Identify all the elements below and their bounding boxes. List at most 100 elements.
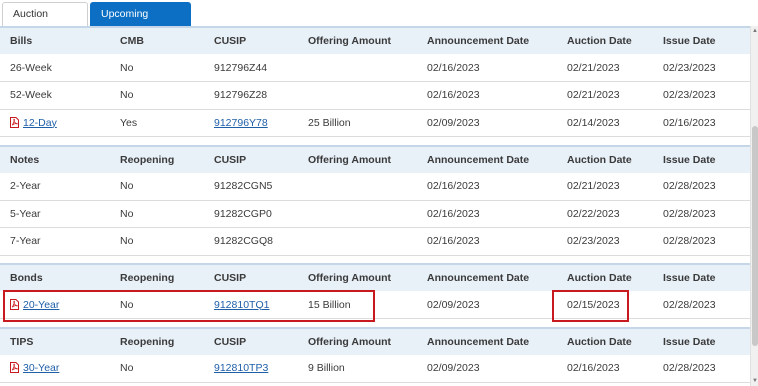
cusip-value: 91282CGN5 — [214, 180, 273, 192]
bills-issue-cell: 02/16/2023 — [653, 109, 750, 137]
bills-announce-cell: 02/16/2023 — [417, 81, 557, 110]
announce-value: 02/16/2023 — [427, 61, 480, 74]
cusip-link[interactable]: 912810TQ1 — [214, 299, 269, 311]
auction-value: 02/15/2023 — [567, 298, 620, 311]
tab-auction-results[interactable]: Auction Results — [2, 2, 88, 42]
upcoming-auctions-table: Bills CMB CUSIP Offering Amount Announcement… — [0, 26, 750, 383]
issue-value: 02/23/2023 — [663, 61, 716, 74]
tips-column-header: TIPS — [0, 326, 110, 355]
tips-column-header: Reopening — [110, 326, 204, 355]
bills-cusip-cell: 912796Z28 — [204, 81, 298, 110]
table-row: 5-Year No 91282CGP0 02/16/2023 02/22/2023 02/… — [0, 200, 750, 228]
notes-issue-cell: 02/28/2023 — [653, 200, 750, 228]
announce-value: 02/09/2023 — [427, 362, 480, 374]
auction-value: 02/14/2023 — [567, 116, 620, 129]
tips-flag-cell: No — [110, 354, 204, 383]
notes-announce-cell: 02/16/2023 — [417, 200, 557, 228]
notes-auction-cell: 02/23/2023 — [557, 227, 653, 256]
tips-amount-cell: 9 Billion — [298, 354, 417, 383]
bills-column-header: Auction Date — [557, 26, 653, 54]
amount-value: 9 Billion — [308, 362, 345, 374]
flag-value: No — [120, 298, 134, 311]
scroll-thumb[interactable] — [752, 126, 758, 346]
issue-value: 02/16/2023 — [663, 116, 716, 129]
bills-amount-cell — [298, 81, 417, 110]
cusip-link[interactable]: 912796Y78 — [214, 117, 268, 129]
bonds-auction-cell: 02/15/2023 — [557, 291, 653, 319]
bills-amount-cell — [298, 54, 417, 82]
flag-value: No — [120, 362, 134, 374]
security-term-link[interactable]: 20-Year — [23, 299, 59, 311]
tips-auction-cell: 02/16/2023 — [557, 354, 653, 383]
table-row: 12-Day Yes 912796Y78 25 Billion 02/09/2023 02… — [0, 109, 750, 137]
issue-value: 02/28/2023 — [663, 235, 716, 248]
flag-value: No — [120, 180, 134, 192]
bills-cusip-cell: 912796Z44 — [204, 54, 298, 82]
term-value: 52-Week — [10, 89, 52, 102]
notes-cusip-cell: 91282CGQ8 — [204, 227, 298, 256]
tips-term-cell: 30-Year — [0, 354, 110, 383]
security-term-link[interactable]: 12-Day — [23, 117, 57, 129]
amount-value: 15 Billion — [308, 298, 351, 311]
announce-value: 02/16/2023 — [427, 180, 480, 192]
pdf-icon[interactable] — [10, 298, 19, 310]
notes-column-header: CUSIP — [204, 144, 298, 173]
tips-column-header: Announcement Date — [417, 326, 557, 355]
table-row: 26-Week No 912796Z44 02/16/2023 02/21/2023 02… — [0, 54, 750, 82]
tips-cusip-cell: 912810TP3 — [204, 354, 298, 383]
bills-auction-cell: 02/21/2023 — [557, 54, 653, 82]
bills-cusip-cell: 912796Y78 — [204, 109, 298, 137]
pdf-icon[interactable] — [10, 116, 19, 128]
flag-value: No — [120, 207, 134, 220]
scroll-down-arrow-icon[interactable]: ▼ — [752, 377, 758, 385]
tab-upcoming-auctions[interactable]: Upcoming Auctions — [90, 2, 191, 42]
cusip-link[interactable]: 912810TP3 — [214, 362, 268, 374]
announce-value: 02/09/2023 — [427, 116, 480, 129]
security-term-link[interactable]: 30-Year — [23, 362, 59, 374]
section-spacer — [0, 137, 750, 146]
flag-value: No — [120, 61, 134, 74]
notes-term-cell: 5-Year — [0, 200, 110, 228]
term-value: 7-Year — [10, 235, 41, 248]
bills-amount-cell: 25 Billion — [298, 109, 417, 137]
bills-column-header: Issue Date — [653, 26, 750, 54]
notes-column-header: Reopening — [110, 144, 204, 173]
tips-column-header: Offering Amount — [298, 326, 417, 355]
bonds-column-header: Reopening — [110, 263, 204, 291]
announce-value: 02/16/2023 — [427, 89, 480, 102]
table-row: 30-Year No 912810TP3 9 Billion 02/09/2023 02/… — [0, 354, 750, 383]
term-value: 2-Year — [10, 180, 41, 192]
scroll-up-arrow-icon[interactable]: ▲ — [752, 27, 758, 35]
notes-header-row: Notes Reopening CUSIP Offering Amount Announ… — [0, 144, 750, 173]
auction-value: 02/16/2023 — [567, 362, 620, 374]
tips-announce-cell: 02/09/2023 — [417, 354, 557, 383]
announce-value: 02/16/2023 — [427, 235, 480, 248]
tips-issue-cell: 02/28/2023 — [653, 354, 750, 383]
section-spacer — [0, 255, 750, 264]
table-row: 20-Year No 912810TQ1 15 Billion 02/09/2023 02… — [0, 291, 750, 319]
bonds-issue-cell: 02/28/2023 — [653, 291, 750, 319]
table-row: 7-Year No 91282CGQ8 02/16/2023 02/23/2023 02/… — [0, 227, 750, 256]
bonds-column-header: Issue Date — [653, 263, 750, 291]
bills-announce-cell: 02/09/2023 — [417, 109, 557, 137]
auctions-content: Bills CMB CUSIP Offering Amount Announcement… — [0, 26, 750, 386]
bills-column-header: Offering Amount — [298, 26, 417, 54]
notes-issue-cell: 02/28/2023 — [653, 227, 750, 256]
pdf-icon[interactable] — [10, 362, 19, 373]
notes-auction-cell: 02/21/2023 — [557, 172, 653, 201]
term-value: 5-Year — [10, 207, 41, 220]
bonds-column-header: CUSIP — [204, 263, 298, 291]
cusip-value: 912796Z44 — [214, 61, 268, 74]
tips-column-header: CUSIP — [204, 326, 298, 355]
bills-column-header: CUSIP — [204, 26, 298, 54]
notes-cusip-cell: 91282CGP0 — [204, 200, 298, 228]
tips-header-row: TIPS Reopening CUSIP Offering Amount Announc… — [0, 326, 750, 355]
bills-term-cell: 26-Week — [0, 54, 110, 82]
notes-announce-cell: 02/16/2023 — [417, 172, 557, 201]
vertical-scrollbar[interactable]: ▲ ▼ — [750, 26, 758, 386]
table-row: 52-Week No 912796Z28 02/16/2023 02/21/2023 02… — [0, 81, 750, 110]
bills-header-row: Bills CMB CUSIP Offering Amount Announcement… — [0, 26, 750, 54]
bonds-amount-cell: 15 Billion — [298, 291, 417, 319]
bonds-term-cell: 20-Year — [0, 291, 110, 319]
tips-column-header: Issue Date — [653, 326, 750, 355]
